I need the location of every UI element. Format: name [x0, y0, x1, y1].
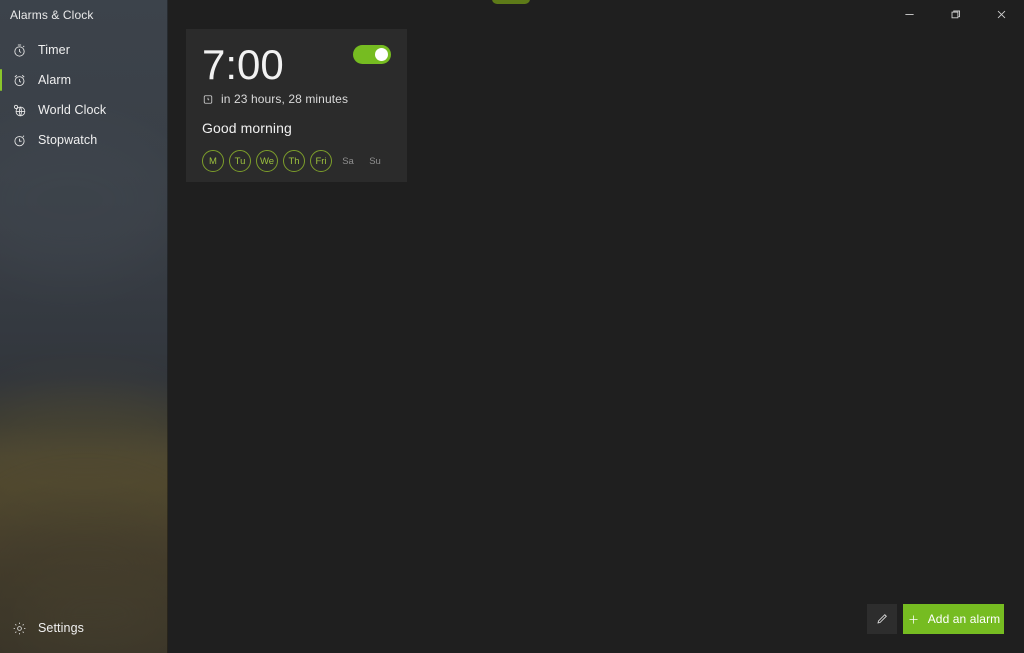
- day-toggle-thursday[interactable]: Th: [283, 150, 305, 172]
- window-controls: [886, 0, 1024, 29]
- alarm-days-row: M Tu We Th Fri Sa Su: [202, 150, 391, 172]
- globe-icon: [8, 99, 30, 121]
- close-button[interactable]: [978, 0, 1024, 29]
- alarms-and-clock-window: Alarms & Clock Timer Alarm World Clock S…: [0, 0, 1024, 653]
- alarm-status-text: in 23 hours, 28 minutes: [221, 92, 349, 106]
- title-bar: [168, 0, 1024, 29]
- sidebar-item-settings[interactable]: Settings: [0, 613, 168, 643]
- alarm-status: in 23 hours, 28 minutes: [202, 92, 391, 106]
- day-toggle-saturday[interactable]: Sa: [337, 150, 359, 172]
- sidebar-item-label: Timer: [38, 43, 70, 57]
- day-toggle-friday[interactable]: Fri: [310, 150, 332, 172]
- edit-alarms-button[interactable]: [867, 604, 897, 634]
- sidebar-item-label: Stopwatch: [38, 133, 98, 147]
- alarm-name: Good morning: [202, 120, 292, 136]
- selection-accent-bar: [0, 69, 2, 91]
- day-toggle-sunday[interactable]: Su: [364, 150, 386, 172]
- acrylic-blur-blotch: [0, 390, 168, 510]
- sidebar-item-alarm[interactable]: Alarm: [0, 65, 168, 95]
- restore-icon: [951, 11, 958, 19]
- stopwatch-icon: [8, 129, 30, 151]
- plus-icon: [907, 612, 921, 626]
- day-toggle-wednesday[interactable]: We: [256, 150, 278, 172]
- navigation-sidebar: Alarms & Clock Timer Alarm World Clock S…: [0, 0, 168, 653]
- day-toggle-tuesday[interactable]: Tu: [229, 150, 251, 172]
- sidebar-nav-list: Timer Alarm World Clock Stopwatch: [0, 35, 168, 155]
- day-toggle-monday[interactable]: M: [202, 150, 224, 172]
- app-title: Alarms & Clock: [10, 8, 94, 22]
- sidebar-item-label: Alarm: [38, 73, 72, 87]
- alarm-enabled-toggle[interactable]: [353, 45, 391, 64]
- sidebar-item-timer[interactable]: Timer: [0, 35, 168, 65]
- restore-button[interactable]: [932, 0, 978, 29]
- toggle-knob: [375, 48, 388, 61]
- minimize-button[interactable]: [886, 0, 932, 29]
- pencil-icon: [877, 614, 887, 624]
- add-alarm-button[interactable]: Add an alarm: [903, 604, 1004, 634]
- sidebar-item-label: Settings: [38, 621, 84, 635]
- sidebar-item-world-clock[interactable]: World Clock: [0, 95, 168, 125]
- alarm-clock-icon: [8, 69, 30, 91]
- add-alarm-label: Add an alarm: [927, 612, 1001, 626]
- close-icon: [997, 10, 1005, 19]
- gear-icon: [8, 617, 30, 639]
- main-content: 7:00 in 23 hours, 28 minutes Good mornin…: [168, 0, 1024, 653]
- sidebar-item-label: World Clock: [38, 103, 107, 117]
- sidebar-item-stopwatch[interactable]: Stopwatch: [0, 125, 168, 155]
- alarm-card[interactable]: 7:00 in 23 hours, 28 minutes Good mornin…: [186, 29, 407, 182]
- alarm-clock-icon: [202, 93, 215, 106]
- timer-icon: [8, 39, 30, 61]
